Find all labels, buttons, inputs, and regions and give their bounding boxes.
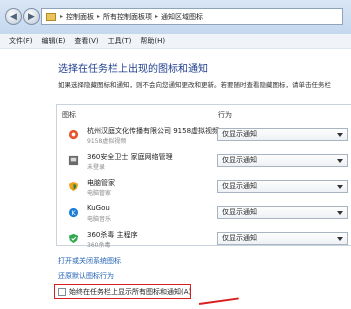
menu-tools[interactable]: 工具(T)	[108, 36, 132, 46]
chevron-down-icon	[337, 237, 343, 241]
item-subtitle: 未登录	[87, 164, 106, 171]
title-bar: ◀ ▶ ▸ 控制面板 ▸ 所有控制面板项 ▸ 通知区域图标	[0, 0, 351, 34]
list-item: 360安全卫士 家庭网络管理 未登录 仅显示通知	[62, 150, 351, 176]
list-item: 电脑管家 电脑管家 仅显示通知	[62, 176, 351, 202]
breadcrumb-separator-icon: ▸	[60, 13, 64, 20]
music-icon: K	[68, 207, 79, 218]
item-name: 杭州汉庭文化传播有限公司 9158虚拟视频 V5.2	[87, 127, 238, 135]
item-subtitle: 360杀毒	[87, 242, 111, 249]
behavior-select[interactable]: 仅显示通知	[217, 128, 348, 141]
breadcrumb-item-notification-icons[interactable]: 通知区域图标	[161, 12, 203, 22]
list-item: 360杀毒 主程序 360杀毒 仅显示通知	[62, 228, 351, 254]
network-icon	[68, 155, 79, 166]
camera-icon	[68, 129, 79, 140]
behavior-select[interactable]: 仅显示通知	[217, 206, 348, 219]
chevron-down-icon	[337, 159, 343, 163]
column-header-behavior: 行为	[218, 111, 232, 119]
restore-defaults-link[interactable]: 还原默认图标行为	[58, 271, 114, 281]
highlight-box	[54, 284, 191, 299]
system-icons-link[interactable]: 打开或关闭系统图标	[58, 256, 121, 266]
item-name: 360杀毒 主程序	[87, 231, 138, 239]
forward-button[interactable]: ▶	[23, 8, 40, 25]
behavior-select-value: 仅显示通知	[222, 182, 257, 190]
item-name: 360安全卫士 家庭网络管理	[87, 153, 173, 161]
menu-edit[interactable]: 编辑(E)	[42, 36, 66, 46]
item-subtitle: 9158虚拟视频	[87, 138, 127, 145]
behavior-select-value: 仅显示通知	[222, 130, 257, 138]
chevron-down-icon	[337, 185, 343, 189]
menu-bar: 文件(F) 编辑(E) 查看(V) 工具(T) 帮助(H)	[0, 34, 351, 49]
item-subtitle: 电脑管家	[87, 190, 112, 197]
shield-icon	[68, 181, 79, 192]
list-item: K KuGou 电脑音乐 仅显示通知	[62, 202, 351, 228]
chevron-down-icon	[337, 211, 343, 215]
back-arrow-icon: ◀	[10, 11, 17, 22]
breadcrumb-separator-icon: ▸	[155, 13, 159, 20]
list-item: 杭州汉庭文化传播有限公司 9158虚拟视频 V5.2 9158虚拟视频 仅显示通…	[62, 124, 351, 150]
behavior-select[interactable]: 仅显示通知	[217, 154, 348, 167]
behavior-select-value: 仅显示通知	[222, 156, 257, 164]
menu-view[interactable]: 查看(V)	[74, 36, 98, 46]
page-description: 如果选择隐藏图标和通知，则不会向您通知更改和更新。若要随时查看隐藏图标，请单击任…	[58, 81, 331, 89]
breadcrumb-item-control-panel[interactable]: 控制面板	[66, 12, 94, 22]
menu-file[interactable]: 文件(F)	[9, 36, 33, 46]
item-name: KuGou	[87, 204, 110, 212]
menu-help[interactable]: 帮助(H)	[140, 36, 165, 46]
annotation-arrow	[198, 297, 239, 305]
back-button[interactable]: ◀	[5, 8, 22, 25]
behavior-select-value: 仅显示通知	[222, 208, 257, 216]
behavior-select[interactable]: 仅显示通知	[217, 180, 348, 193]
control-panel-icon	[46, 12, 56, 21]
antivirus-icon	[68, 233, 79, 244]
address-bar[interactable]: ▸ 控制面板 ▸ 所有控制面板项 ▸ 通知区域图标	[41, 8, 343, 25]
page-title: 选择在任务栏上出现的图标和通知	[58, 64, 208, 75]
behavior-select[interactable]: 仅显示通知	[217, 232, 348, 245]
item-subtitle: 电脑音乐	[87, 216, 112, 223]
item-name: 电脑管家	[87, 179, 115, 187]
chevron-down-icon	[337, 133, 343, 137]
column-header-icon: 图标	[62, 111, 76, 119]
breadcrumb-item-all-items[interactable]: 所有控制面板项	[103, 12, 152, 22]
breadcrumb-separator-icon: ▸	[97, 13, 101, 20]
forward-arrow-icon: ▶	[28, 11, 35, 22]
behavior-select-value: 仅显示通知	[222, 234, 257, 242]
